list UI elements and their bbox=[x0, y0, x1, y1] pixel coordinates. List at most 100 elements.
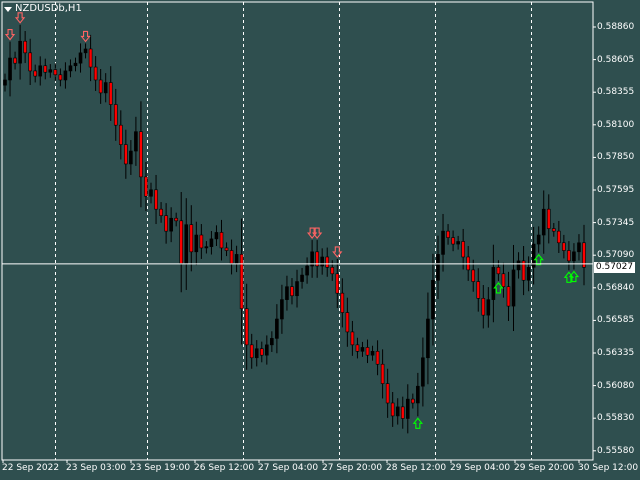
sell-arrow-icon bbox=[80, 30, 91, 43]
candle bbox=[320, 248, 324, 275]
candle bbox=[23, 31, 27, 64]
candle bbox=[78, 43, 83, 73]
sell-arrow-icon bbox=[14, 12, 26, 24]
candle-body bbox=[461, 241, 465, 258]
candle-body bbox=[154, 189, 158, 210]
buy-arrow-icon bbox=[412, 417, 423, 429]
candle-body bbox=[129, 150, 133, 165]
candle-body bbox=[471, 269, 476, 282]
candle-body bbox=[436, 254, 440, 281]
candle bbox=[305, 257, 309, 284]
candle-body bbox=[73, 62, 78, 67]
candle-body bbox=[431, 279, 435, 320]
candle-body bbox=[189, 224, 194, 253]
candle-body bbox=[124, 144, 128, 165]
candle-body bbox=[259, 348, 264, 356]
candle bbox=[234, 245, 239, 273]
candle bbox=[521, 246, 526, 296]
candle-body bbox=[441, 230, 445, 255]
candle bbox=[209, 231, 214, 255]
price-tick-label: 0.55830 bbox=[597, 413, 635, 424]
candle bbox=[174, 212, 178, 227]
grid-lines bbox=[55, 2, 532, 460]
candle bbox=[254, 340, 259, 367]
candle bbox=[53, 63, 58, 82]
candle bbox=[184, 198, 189, 290]
candle-body bbox=[481, 298, 486, 316]
candle-body bbox=[48, 69, 53, 73]
candle bbox=[516, 252, 521, 279]
candle bbox=[400, 396, 405, 429]
candle bbox=[33, 64, 38, 83]
candle bbox=[481, 285, 486, 329]
price-tick-label: 0.58860 bbox=[597, 22, 635, 32]
candle-body bbox=[270, 338, 274, 346]
candle-body bbox=[295, 281, 299, 297]
candle-body bbox=[119, 124, 123, 145]
candle bbox=[325, 247, 330, 277]
candle bbox=[149, 182, 153, 204]
candle-body bbox=[496, 267, 501, 275]
time-tick-label: 28 Sep 12:00 bbox=[386, 463, 447, 473]
candle bbox=[144, 162, 148, 212]
symbol-timeframe-label: NZDUSDb,H1 bbox=[15, 3, 82, 14]
candle bbox=[370, 345, 375, 361]
candle bbox=[295, 269, 299, 308]
candle bbox=[8, 41, 12, 97]
candle bbox=[456, 235, 460, 250]
candle bbox=[48, 64, 53, 78]
candle bbox=[411, 393, 415, 409]
candle-body bbox=[365, 347, 370, 356]
candle-body bbox=[411, 398, 415, 404]
price-tick-label: 0.56080 bbox=[597, 380, 635, 391]
candle-body bbox=[8, 57, 12, 81]
candle bbox=[214, 225, 219, 247]
candle bbox=[385, 368, 390, 418]
candle bbox=[244, 283, 249, 370]
candle bbox=[390, 392, 395, 427]
candle bbox=[471, 259, 476, 292]
candle bbox=[265, 335, 269, 365]
candle bbox=[194, 221, 199, 266]
candle bbox=[310, 240, 314, 278]
candle bbox=[476, 268, 481, 312]
candle bbox=[259, 341, 264, 363]
candle-body bbox=[300, 274, 304, 282]
candle-body bbox=[83, 48, 88, 54]
candle-body bbox=[229, 250, 234, 264]
candle bbox=[562, 234, 566, 259]
candle-body bbox=[63, 70, 68, 81]
candle bbox=[68, 59, 73, 78]
candle-body bbox=[144, 176, 148, 197]
candle-body bbox=[456, 241, 460, 245]
candle bbox=[18, 24, 22, 80]
sell-arrow-icon bbox=[4, 29, 16, 41]
price-tick-label: 0.57090 bbox=[597, 250, 635, 261]
candle-body bbox=[526, 267, 531, 281]
candle-body bbox=[209, 238, 214, 247]
candle bbox=[13, 51, 17, 70]
candle bbox=[501, 262, 506, 298]
price-tick-label: 0.58100 bbox=[597, 119, 635, 130]
candle bbox=[154, 174, 158, 225]
candle bbox=[249, 333, 254, 369]
candle-body bbox=[446, 230, 450, 238]
candle-body bbox=[93, 66, 98, 81]
candle bbox=[557, 220, 561, 253]
dropdown-triangle-icon[interactable] bbox=[4, 6, 12, 12]
candle bbox=[119, 110, 123, 160]
price-tick-label: 0.56585 bbox=[597, 315, 635, 326]
candle bbox=[441, 213, 445, 272]
chart-window[interactable]: NZDUSDb,H1 0.58860 0.58605 0.58355 0.58100 0… bbox=[0, 0, 640, 480]
candle-body bbox=[219, 232, 224, 249]
price-chart[interactable] bbox=[0, 0, 640, 480]
candle bbox=[290, 278, 294, 305]
candle-body bbox=[562, 242, 566, 251]
candle bbox=[577, 234, 581, 261]
chart-title[interactable]: NZDUSDb,H1 bbox=[4, 3, 82, 14]
candle bbox=[431, 253, 435, 346]
candle bbox=[436, 235, 440, 299]
candle-body bbox=[28, 52, 32, 72]
candle-body bbox=[214, 232, 219, 240]
candle-body bbox=[501, 273, 506, 288]
